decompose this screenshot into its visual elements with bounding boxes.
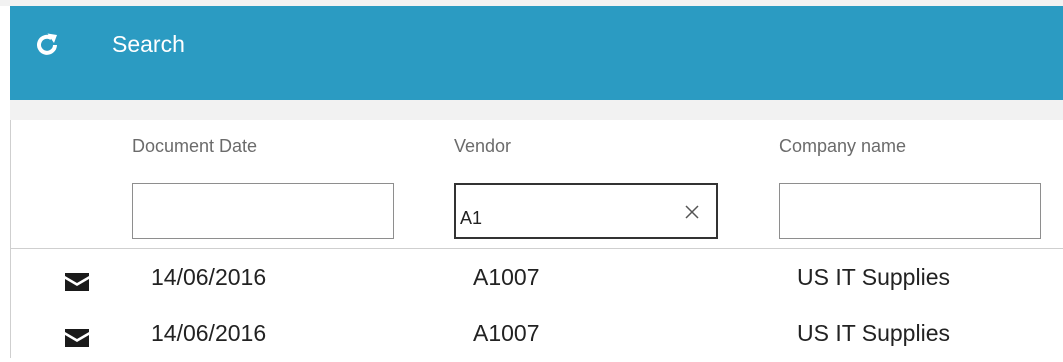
company-name-filter-input[interactable]	[784, 184, 1004, 238]
company-name-filter[interactable]	[779, 183, 1041, 239]
cell-document-date: 14/06/2016	[151, 320, 267, 346]
table-row[interactable]: 14/06/2016 A1007 US IT Supplies	[11, 250, 1063, 306]
header-bar: Search	[10, 6, 1063, 100]
toolbar-strip	[10, 100, 1063, 120]
refresh-icon	[37, 33, 57, 55]
cell-company-name: US IT Supplies	[797, 320, 950, 346]
clear-icon[interactable]	[684, 204, 700, 220]
cell-document-date: 14/06/2016	[151, 264, 267, 290]
envelope-icon[interactable]	[65, 273, 89, 291]
column-header-vendor[interactable]: Vendor	[454, 135, 511, 157]
document-date-filter-input[interactable]	[137, 184, 357, 238]
column-header-company-name[interactable]: Company name	[779, 135, 906, 157]
header-divider	[11, 248, 1063, 249]
vendor-filter-input[interactable]	[460, 185, 680, 237]
table-row[interactable]: 14/06/2016 A1007 US IT Supplies	[11, 306, 1063, 362]
column-header-document-date[interactable]: Document Date	[132, 135, 257, 157]
search-results-panel: Document Date Vendor Company name 14/06/…	[11, 120, 1063, 358]
vendor-filter[interactable]	[454, 183, 718, 239]
document-date-filter[interactable]	[132, 183, 394, 239]
refresh-button[interactable]	[30, 28, 64, 62]
envelope-icon[interactable]	[65, 329, 89, 347]
cell-vendor: A1007	[473, 320, 540, 346]
cell-company-name: US IT Supplies	[797, 264, 950, 290]
page-title: Search	[112, 31, 185, 57]
cell-vendor: A1007	[473, 264, 540, 290]
